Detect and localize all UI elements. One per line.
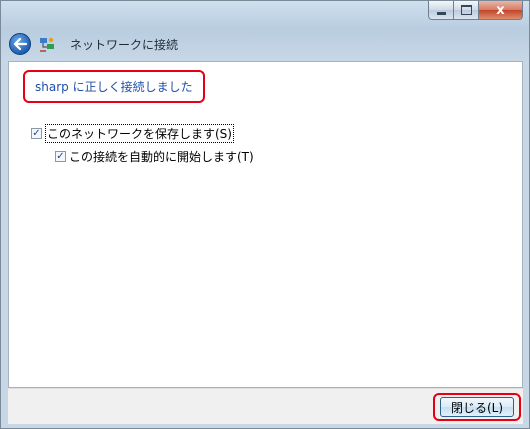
caption-buttons: x xyxy=(428,1,523,21)
dialog-footer: 閉じる(L) xyxy=(8,388,523,424)
network-connect-icon xyxy=(40,37,54,52)
save-network-label[interactable]: このネットワークを保存します(S) xyxy=(45,124,234,143)
dialog-window: x ネットワークに接続 sharp に正しく接続しました ✓ このネットワークを… xyxy=(0,0,530,429)
auto-start-checkbox[interactable]: ✓ xyxy=(55,151,66,162)
back-button[interactable] xyxy=(9,33,31,55)
close-button-highlight: 閉じる(L) xyxy=(433,393,521,421)
close-button[interactable]: 閉じる(L) xyxy=(440,397,514,417)
header-row: ネットワークに接続 xyxy=(9,29,509,59)
connection-status-headline: sharp に正しく接続しました xyxy=(23,70,205,103)
close-window-button[interactable]: x xyxy=(479,1,523,20)
maximize-icon xyxy=(460,5,472,15)
checkmark-icon: ✓ xyxy=(32,127,41,139)
auto-start-option[interactable]: ✓ この接続を自動的に開始します(T) xyxy=(55,148,254,165)
content-panel: sharp に正しく接続しました ✓ このネットワークを保存します(S) ✓ こ… xyxy=(8,61,523,388)
minimize-icon xyxy=(436,11,446,15)
back-arrow-icon xyxy=(13,38,27,50)
save-network-option[interactable]: ✓ このネットワークを保存します(S) xyxy=(31,124,234,143)
save-network-checkbox[interactable]: ✓ xyxy=(31,128,42,139)
checkmark-icon: ✓ xyxy=(56,150,65,162)
minimize-button[interactable] xyxy=(428,1,454,20)
window-title: ネットワークに接続 xyxy=(70,37,179,52)
auto-start-label[interactable]: この接続を自動的に開始します(T) xyxy=(69,148,254,165)
maximize-button[interactable] xyxy=(454,1,479,20)
close-icon: x xyxy=(496,2,505,18)
